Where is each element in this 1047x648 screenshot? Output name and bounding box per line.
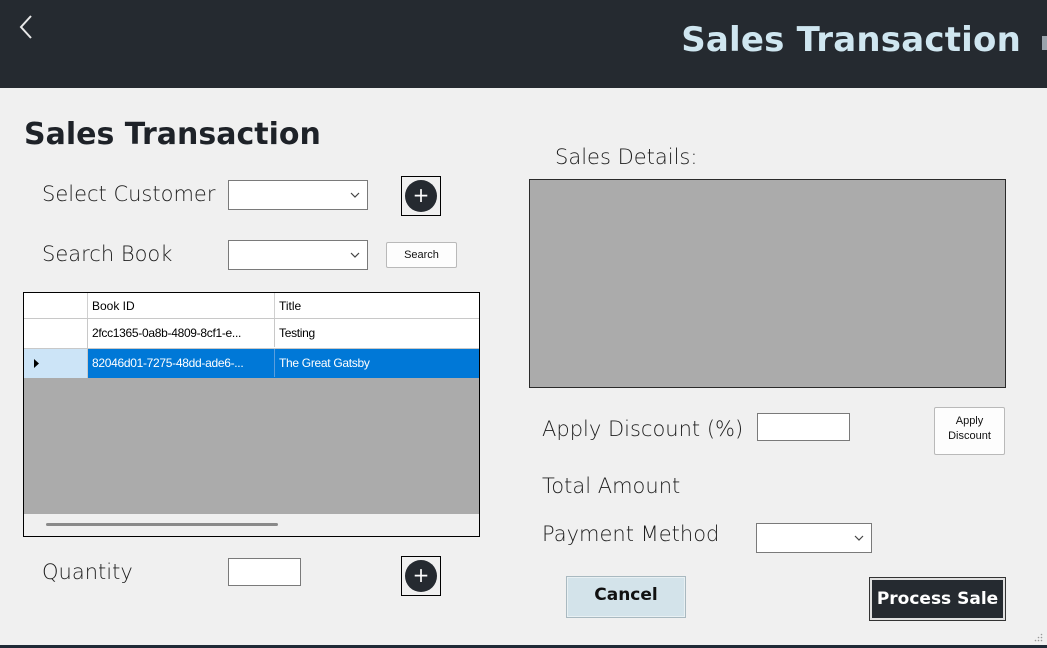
plus-icon: +: [405, 180, 437, 212]
window-edge: [1042, 36, 1047, 50]
cancel-button[interactable]: Cancel: [566, 576, 686, 618]
back-button[interactable]: [14, 10, 40, 44]
title-cell[interactable]: Testing: [275, 319, 479, 347]
apply-discount-button[interactable]: Apply Discount: [934, 407, 1005, 455]
row-header-corner: [24, 293, 88, 318]
form-heading: Sales Transaction: [24, 117, 321, 152]
window-title: Sales Transaction: [681, 20, 1021, 60]
book-id-cell[interactable]: 82046d01-7275-48dd-ade6-...: [88, 349, 275, 377]
search-book-label: Search Book: [42, 242, 173, 266]
row-pointer-icon: [34, 359, 39, 368]
chevron-down-icon: [854, 535, 864, 541]
apply-discount-label: Apply Discount (%): [542, 417, 744, 441]
table-row[interactable]: 2fcc1365-0a8b-4809-8cf1-e... Testing: [24, 319, 479, 349]
add-customer-button[interactable]: +: [401, 176, 441, 216]
total-amount-label: Total Amount: [542, 474, 681, 498]
row-header: [24, 319, 88, 348]
chevron-down-icon: [350, 252, 360, 258]
book-search-select[interactable]: [228, 240, 368, 270]
sales-details-list[interactable]: [529, 179, 1006, 388]
horizontal-scrollbar[interactable]: [24, 514, 479, 536]
select-customer-label: Select Customer: [42, 182, 216, 206]
process-sale-button[interactable]: Process Sale: [869, 577, 1006, 621]
resize-grip-icon[interactable]: [1033, 632, 1043, 642]
chevron-left-icon: [19, 15, 32, 39]
plus-icon: +: [405, 560, 437, 592]
payment-method-label: Payment Method: [542, 522, 720, 546]
title-bar: Sales Transaction: [0, 0, 1047, 88]
quantity-label: Quantity: [42, 560, 133, 584]
search-button[interactable]: Search: [386, 242, 457, 268]
discount-field[interactable]: [757, 413, 850, 441]
title-cell[interactable]: The Great Gatsby: [275, 349, 479, 377]
column-header-book-id[interactable]: Book ID: [88, 293, 275, 318]
book-id-cell[interactable]: 2fcc1365-0a8b-4809-8cf1-e...: [88, 319, 275, 347]
grid-header: Book ID Title: [24, 293, 479, 319]
column-header-title[interactable]: Title: [275, 293, 479, 318]
scrollbar-thumb[interactable]: [46, 523, 278, 526]
apply-discount-line2: Discount: [948, 430, 991, 442]
customer-select[interactable]: [228, 180, 368, 210]
apply-discount-line1: Apply: [955, 415, 984, 427]
sales-details-label: Sales Details:: [555, 145, 698, 169]
chevron-down-icon: [350, 192, 360, 198]
table-row-selected[interactable]: 82046d01-7275-48dd-ade6-... The Great Ga…: [24, 349, 479, 378]
quantity-field[interactable]: [228, 558, 301, 586]
row-header: [24, 349, 88, 378]
add-to-sale-button[interactable]: +: [401, 556, 441, 596]
payment-method-select[interactable]: [756, 523, 872, 553]
books-grid[interactable]: Book ID Title 2fcc1365-0a8b-4809-8cf1-e.…: [23, 292, 480, 537]
